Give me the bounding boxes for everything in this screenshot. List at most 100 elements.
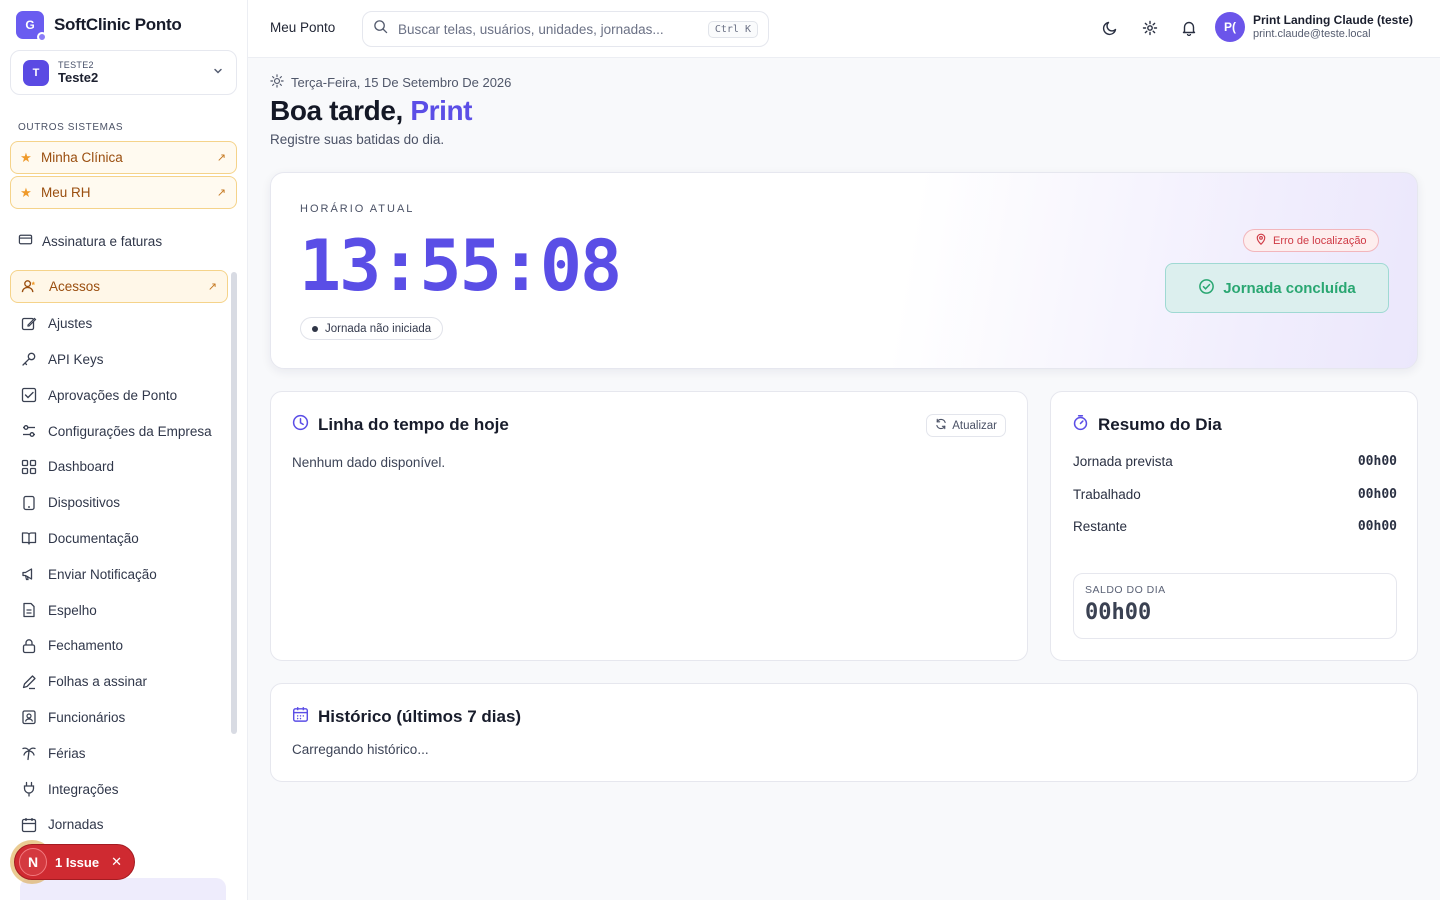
summary-row-value: 00h00 (1357, 454, 1397, 469)
edit-icon (20, 315, 37, 332)
status-text: Jornada não iniciada (325, 322, 432, 335)
sidebar-item-documentacao[interactable]: Documentação (10, 521, 228, 557)
sidebar-item-integracoes[interactable]: Integrações (10, 771, 228, 807)
sidebar-item-configuracoes[interactable]: Configurações da Empresa (10, 413, 228, 449)
greeting-text: Boa tarde, (270, 95, 403, 126)
users-icon (21, 278, 38, 295)
brand[interactable]: G SoftClinic Ponto (16, 11, 182, 42)
chevron-down-icon (212, 65, 224, 80)
location-error-text: Erro de localização (1273, 234, 1367, 247)
page-title: Meu Ponto (270, 20, 336, 35)
external-arrow-icon: ↗ (207, 281, 217, 293)
issue-label: 1 Issue (55, 854, 100, 870)
sidebar-item-ajustes[interactable]: Ajustes (10, 306, 228, 342)
clock-time: 13:55:08 (299, 225, 622, 307)
pen-icon (20, 673, 37, 690)
lock-icon (20, 637, 37, 654)
sidebar-item-label: Documentação (48, 530, 139, 546)
history-title: Histórico (últimos 7 dias) (292, 706, 521, 728)
user-name: Print Landing Claude (teste) (1253, 12, 1414, 27)
sidebar-next-item (20, 878, 226, 900)
tenant-selector[interactable]: T TESTE2 Teste2 (10, 50, 237, 95)
app-logo-letter: G (25, 18, 35, 32)
external-link-meu-rh[interactable]: ★ Meu RH ↗ (10, 176, 237, 209)
history-loading: Carregando histórico... (292, 742, 429, 757)
issue-letter: N (19, 848, 47, 876)
top-header: Meu Ponto Buscar telas, usuários, unidad… (248, 0, 1440, 58)
user-menu[interactable]: P( Print Landing Claude (teste) print.cl… (1215, 12, 1413, 42)
summary-row-value: 00h00 (1357, 519, 1397, 534)
timeline-card: Linha do tempo de hoje Atualizar Nenhum … (270, 391, 1028, 661)
date-row: Terça-Feira, 15 De Setembro De 2026 (270, 74, 511, 91)
sidebar-item-funcionarios[interactable]: Funcionários (10, 700, 228, 736)
search-input[interactable]: Buscar telas, usuários, unidades, jornad… (362, 11, 769, 47)
sidebar-item-acessos[interactable]: Acessos ↗ (10, 270, 228, 303)
sidebar-item-label: Integrações (48, 781, 119, 797)
file-icon (20, 602, 37, 619)
sidebar-item-label: Espelho (48, 602, 97, 618)
journey-complete-button[interactable]: Jornada concluída (1165, 263, 1389, 313)
key-icon (20, 351, 37, 368)
sidebar-item-label: Enviar Notificação (48, 566, 157, 582)
sidebar-item-espelho[interactable]: Espelho (10, 592, 228, 628)
summary-card: Resumo do Dia Jornada prevista 00h00 Tra… (1050, 391, 1418, 661)
clock-card: HORÁRIO ATUAL 13:55:08 Jornada não inici… (270, 172, 1418, 369)
sidebar-nav: Acessos ↗ Ajustes API Keys Aprovações de… (10, 270, 228, 843)
check-circle-icon (1198, 278, 1215, 299)
summary-title: Resumo do Dia (1072, 414, 1222, 436)
gear-icon[interactable] (1140, 18, 1160, 38)
refresh-button[interactable]: Atualizar (926, 414, 1006, 437)
grid-icon (20, 458, 37, 475)
moon-icon[interactable] (1100, 18, 1120, 38)
credit-card-icon (18, 232, 33, 250)
clock-label: HORÁRIO ATUAL (300, 203, 415, 215)
external-arrow-icon: ↗ (216, 152, 226, 164)
sidebar-item-folhas-a-assinar[interactable]: Folhas a assinar (10, 664, 228, 700)
search-placeholder: Buscar telas, usuários, unidades, jornad… (398, 21, 664, 37)
close-icon[interactable]: ✕ (111, 854, 122, 870)
sidebar-item-label: Funcionários (48, 709, 126, 725)
star-icon: ★ (20, 149, 32, 165)
sidebar-item-billing[interactable]: Assinatura e faturas (18, 230, 162, 252)
tenant-name: Teste2 (58, 70, 99, 85)
sidebar-item-fechamento[interactable]: Fechamento (10, 628, 228, 664)
app-name: SoftClinic Ponto (54, 15, 182, 34)
external-link-minha-clinica[interactable]: ★ Minha Clínica ↗ (10, 141, 237, 174)
app-logo: G (16, 11, 47, 42)
book-icon (20, 530, 37, 547)
sidebar-item-label: Jornadas (48, 817, 104, 833)
bell-icon[interactable] (1179, 18, 1199, 38)
search-icon (373, 19, 388, 39)
sidebar-item-label: Aprovações de Ponto (48, 387, 178, 403)
map-pin-icon (1255, 233, 1267, 248)
timeline-title: Linha do tempo de hoje (292, 414, 509, 436)
issue-badge[interactable]: N 1 Issue ✕ (10, 840, 135, 884)
calendar-icon (20, 816, 37, 833)
timeline-empty: Nenhum dado disponível. (292, 455, 446, 470)
sidebar-item-label: Fechamento (48, 638, 124, 654)
sidebar-item-dispositivos[interactable]: Dispositivos (10, 485, 228, 521)
keyboard-shortcut: Ctrl K (707, 20, 758, 38)
history-title-text: Histórico (últimos 7 dias) (318, 707, 522, 726)
summary-title-text: Resumo do Dia (1098, 415, 1222, 434)
tenant-avatar: T (23, 59, 49, 86)
page-subtitle: Registre suas batidas do dia. (270, 132, 445, 147)
sidebar-item-label: Assinatura e faturas (42, 233, 163, 249)
plug-icon (20, 781, 37, 798)
external-arrow-icon: ↗ (216, 187, 226, 199)
current-date: Terça-Feira, 15 De Setembro De 2026 (291, 75, 512, 90)
sidebar-item-enviar-notificacao[interactable]: Enviar Notificação (10, 556, 228, 592)
summary-row-value: 00h00 (1357, 487, 1397, 502)
sliders-icon (20, 423, 37, 440)
sidebar-scrollbar[interactable] (231, 272, 237, 734)
location-error-badge[interactable]: Erro de localização (1243, 229, 1379, 252)
sidebar-item-label: Dashboard (48, 459, 115, 475)
sidebar-item-dashboard[interactable]: Dashboard (10, 449, 228, 485)
summary-row-label: Trabalhado (1073, 487, 1141, 502)
history-card: Histórico (últimos 7 dias) Carregando hi… (270, 683, 1418, 782)
sidebar-item-aprovacoes[interactable]: Aprovações de Ponto (10, 377, 228, 413)
sidebar-item-ferias[interactable]: Férias (10, 735, 228, 771)
sidebar-item-jornadas[interactable]: Jornadas (10, 807, 228, 843)
sidebar-item-api-keys[interactable]: API Keys (10, 342, 228, 378)
calendar-icon (292, 706, 309, 728)
